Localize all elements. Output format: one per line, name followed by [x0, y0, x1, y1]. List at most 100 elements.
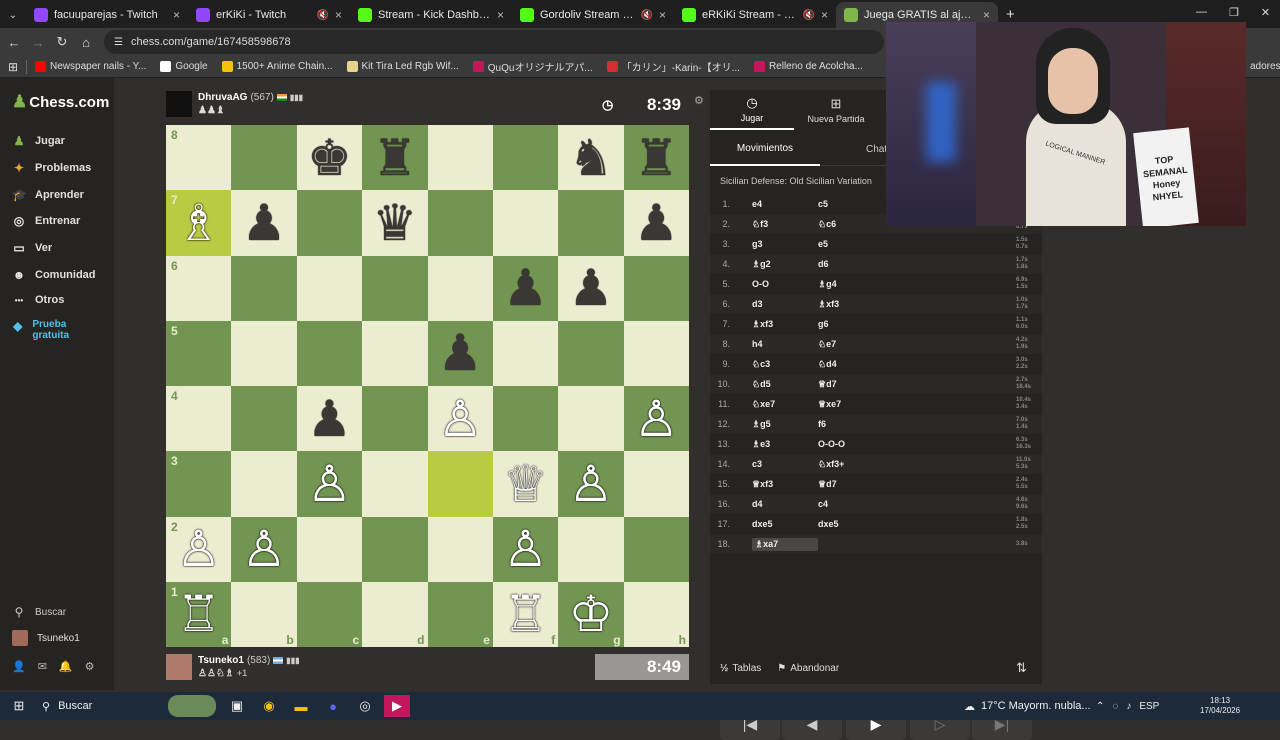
bookmark-item[interactable]: Google: [160, 61, 208, 72]
square-e4[interactable]: ♙: [427, 386, 493, 452]
browser-tab[interactable]: eRKiKi Stream - Watch Live 🔇 ×: [674, 2, 836, 28]
square-a5[interactable]: 5: [166, 320, 232, 387]
white-move[interactable]: d3: [752, 299, 818, 309]
white-move[interactable]: ♗e3: [752, 439, 818, 450]
square-h3[interactable]: [623, 451, 690, 517]
muted-speaker-icon[interactable]: 🔇: [803, 10, 815, 21]
white-pawn-icon[interactable]: ♙: [503, 524, 548, 574]
black-move[interactable]: ♘e7: [818, 339, 918, 350]
black-move[interactable]: ♕xe7: [818, 399, 918, 410]
square-d1[interactable]: d: [362, 581, 428, 648]
bookmark-item[interactable]: QuQuオリジナルアパ...: [472, 59, 593, 74]
browser-tab[interactable]: facuuparejas - Twitch ×: [26, 2, 188, 28]
white-move[interactable]: ♕xf3: [752, 479, 818, 490]
network-icon[interactable]: ◌: [1112, 701, 1118, 712]
square-a1[interactable]: ♖ 1 a: [166, 581, 232, 648]
widget-image[interactable]: [168, 695, 216, 717]
square-d5[interactable]: [362, 320, 428, 387]
square-a8[interactable]: 8: [166, 125, 232, 191]
square-f7[interactable]: [492, 190, 559, 256]
black-move[interactable]: ♕d7: [818, 479, 918, 490]
clock-widget[interactable]: 18:13 17/04/2026: [1200, 696, 1240, 716]
white-move[interactable]: g3: [752, 239, 818, 249]
close-tab-icon[interactable]: ×: [659, 8, 666, 22]
white-move[interactable]: ♘f3: [752, 219, 818, 230]
black-rook-icon[interactable]: ♜: [372, 133, 417, 183]
square-g3[interactable]: ♙: [558, 451, 624, 517]
white-move[interactable]: e4: [752, 199, 818, 209]
board-settings-icon[interactable]: ⚙: [694, 94, 704, 107]
square-a7[interactable]: ♗ 7: [166, 190, 232, 256]
square-g2[interactable]: [558, 516, 624, 582]
square-g6[interactable]: ♟: [558, 255, 624, 321]
square-c2[interactable]: [296, 516, 363, 582]
settings-gear-icon[interactable]: ⚙: [85, 660, 95, 673]
square-b7[interactable]: ♟: [231, 190, 297, 256]
square-d4[interactable]: [362, 386, 428, 452]
file-explorer-icon[interactable]: ▬: [288, 695, 314, 717]
square-d2[interactable]: [362, 516, 428, 582]
square-b8[interactable]: [231, 125, 297, 191]
white-bishop-icon[interactable]: ♗: [176, 198, 221, 248]
square-a3[interactable]: 3: [166, 451, 232, 517]
opponent-name[interactable]: DhruvaAG: [198, 92, 247, 103]
white-move[interactable]: d4: [752, 499, 818, 509]
forward-icon[interactable]: →: [26, 35, 50, 50]
square-f2[interactable]: ♙: [492, 516, 559, 582]
square-g4[interactable]: [558, 386, 624, 452]
browser-tab[interactable]: erKiKi - Twitch 🔇 ×: [188, 2, 350, 28]
resign-button[interactable]: ⚑ Abandonar: [777, 663, 839, 674]
white-move[interactable]: ♗xf3: [752, 319, 818, 330]
white-move[interactable]: O-O: [752, 279, 818, 289]
black-move[interactable]: ♕d7: [818, 379, 918, 390]
white-move[interactable]: dxe5: [752, 519, 818, 529]
player-avatar[interactable]: [166, 654, 192, 680]
black-pawn-icon[interactable]: ♟: [438, 328, 483, 378]
task-view-icon[interactable]: ▣: [224, 695, 250, 717]
square-d8[interactable]: ♜: [362, 125, 428, 191]
home-icon[interactable]: ⌂: [74, 35, 98, 50]
square-e5[interactable]: ♟: [427, 320, 493, 387]
panel-tab-nueva-partida[interactable]: ⊞ Nueva Partida: [794, 90, 878, 130]
black-move[interactable]: g6: [818, 319, 918, 329]
new-tab-icon[interactable]: +: [1006, 6, 1015, 23]
black-pawn-icon[interactable]: ♟: [503, 263, 548, 313]
square-f1[interactable]: ♖ f: [492, 581, 559, 648]
bell-icon[interactable]: 🔔: [59, 660, 73, 673]
square-b2[interactable]: ♙: [231, 516, 297, 582]
square-b5[interactable]: [231, 320, 297, 387]
square-h7[interactable]: ♟: [623, 190, 690, 256]
square-b4[interactable]: [231, 386, 297, 452]
bookmark-item[interactable]: Relleno de Acolcha...: [753, 61, 863, 72]
minimize-icon[interactable]: —: [1196, 6, 1207, 19]
square-c3[interactable]: ♙: [296, 451, 363, 517]
white-move[interactable]: c3: [752, 459, 818, 469]
close-tab-icon[interactable]: ×: [497, 8, 504, 22]
square-a6[interactable]: 6: [166, 255, 232, 321]
square-g7[interactable]: [558, 190, 624, 256]
white-pawn-icon[interactable]: ♙: [307, 459, 352, 509]
black-move[interactable]: e5: [818, 239, 918, 249]
browser-tab[interactable]: Gordoliv Stream - Watch Li 🔇 ×: [512, 2, 674, 28]
square-g8[interactable]: ♞: [558, 125, 624, 191]
sidebar-search[interactable]: ⚲ Buscar: [12, 605, 67, 619]
white-queen-icon[interactable]: ♕: [503, 459, 548, 509]
black-move[interactable]: ♘xf3+: [818, 459, 918, 470]
close-tab-icon[interactable]: ×: [173, 8, 180, 22]
black-pawn-icon[interactable]: ♟: [307, 394, 352, 444]
square-h8[interactable]: ♜: [623, 125, 690, 191]
sidebar-user[interactable]: Tsuneko1: [12, 630, 80, 646]
white-move[interactable]: ♘xe7: [752, 399, 818, 410]
white-rook-icon[interactable]: ♖: [176, 589, 221, 639]
black-move[interactable]: c4: [818, 499, 918, 509]
back-icon[interactable]: ←: [2, 35, 26, 50]
square-h1[interactable]: h: [623, 581, 690, 648]
black-knight-icon[interactable]: ♞: [569, 133, 614, 183]
square-a2[interactable]: ♙ 2: [166, 516, 232, 582]
white-move[interactable]: ♘d5: [752, 379, 818, 390]
white-move[interactable]: h4: [752, 339, 818, 349]
square-f3[interactable]: ♕: [492, 451, 559, 517]
black-move[interactable]: O-O-O: [818, 439, 918, 449]
square-b6[interactable]: [231, 255, 297, 321]
white-move[interactable]: ♗g2: [752, 259, 818, 270]
